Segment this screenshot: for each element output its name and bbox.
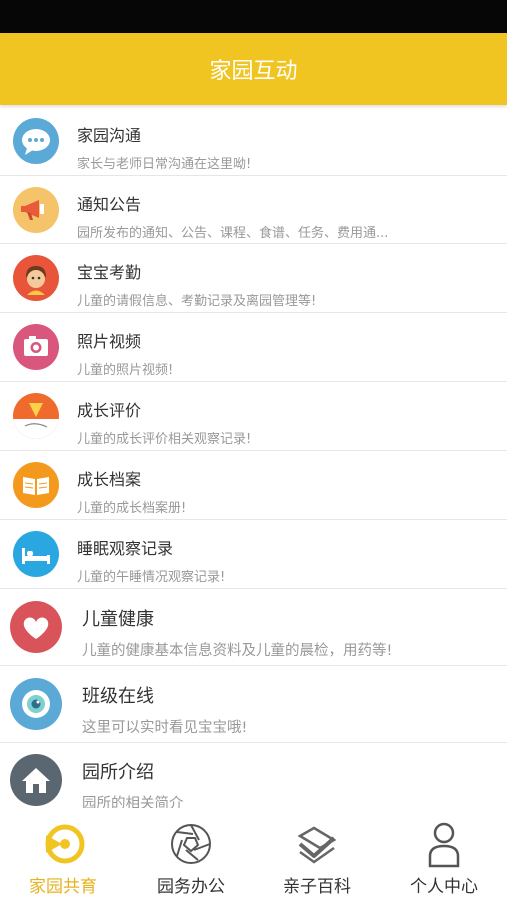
child-face-icon <box>13 255 59 301</box>
aperture-tab-icon <box>171 824 211 864</box>
tab-label: 个人中心 <box>410 877 478 897</box>
menu-item-desc: 这里可以实时看见宝宝哦! <box>82 720 248 736</box>
menu-item-title: 成长评价 <box>77 401 142 420</box>
menu-item-title: 儿童健康 <box>82 609 154 630</box>
menu-item-title: 通知公告 <box>77 195 142 214</box>
menu-item-growth-evaluation[interactable]: 成长评价 儿童的成长评价相关观察记录! <box>0 382 507 451</box>
bed-icon <box>13 531 59 577</box>
menu-item-photos-videos[interactable]: 照片视频 儿童的照片视频! <box>0 313 507 382</box>
menu-item-desc: 园所发布的通知、公告、课程、食谱、任务、费用通... <box>77 226 389 241</box>
family-tab-icon <box>45 824 85 864</box>
menu-item-desc: 儿童的成长档案册! <box>77 501 187 516</box>
menu-item-title: 睡眠观察记录 <box>77 539 174 558</box>
tab-school-office[interactable]: 园务办公 <box>128 808 254 900</box>
chat-bubble-icon <box>13 118 59 164</box>
megaphone-icon <box>13 187 59 233</box>
menu-item-growth-archive[interactable]: 成长档案 儿童的成长档案册! <box>0 451 507 520</box>
menu-item-sleep-record[interactable]: 睡眠观察记录 儿童的午睡情况观察记录! <box>0 520 507 589</box>
growth-evaluation-icon <box>13 393 59 439</box>
app-header: 家园互动 <box>0 33 507 105</box>
menu-item-title: 园所介绍 <box>82 762 154 783</box>
menu-item-desc: 家长与老师日常沟通在这里呦! <box>77 157 252 172</box>
menu-item-desc: 儿童的照片视频! <box>77 363 174 378</box>
menu-item-class-online[interactable]: 班级在线 这里可以实时看见宝宝哦! <box>0 666 507 743</box>
status-bar <box>0 0 507 33</box>
person-tab-icon <box>428 822 460 868</box>
menu-item-title: 照片视频 <box>77 332 142 351</box>
heart-icon <box>10 601 62 653</box>
bottom-tab-bar: 家园共育 园务办公 亲子百科 个人中心 <box>0 808 507 900</box>
open-book-icon <box>13 462 59 508</box>
tab-personal-center[interactable]: 个人中心 <box>381 808 507 900</box>
menu-item-school-intro[interactable]: 园所介绍 园所的相关简介 <box>0 743 507 815</box>
menu-item-title: 家园沟通 <box>77 126 142 145</box>
menu-item-title: 宝宝考勤 <box>77 263 142 282</box>
eye-icon <box>10 678 62 730</box>
house-icon <box>10 754 62 806</box>
tab-family-coeducation[interactable]: 家园共育 <box>0 808 126 900</box>
camera-icon <box>13 324 59 370</box>
menu-item-child-health[interactable]: 儿童健康 儿童的健康基本信息资料及儿童的晨检，用药等! <box>0 589 507 666</box>
menu-item-desc: 儿童的成长评价相关观察记录! <box>77 432 252 447</box>
menu-item-title: 成长档案 <box>77 470 142 489</box>
tab-label: 家园共育 <box>29 877 97 897</box>
menu-item-attendance[interactable]: 宝宝考勤 儿童的请假信息、考勤记录及离园管理等! <box>0 244 507 313</box>
page-title: 家园互动 <box>209 59 298 84</box>
menu-item-desc: 儿童的健康基本信息资料及儿童的晨检，用药等! <box>82 643 393 659</box>
menu-item-desc: 儿童的请假信息、考勤记录及离园管理等! <box>77 294 317 309</box>
tab-label: 亲子百科 <box>283 877 351 897</box>
menu-item-title: 班级在线 <box>82 686 154 707</box>
menu-item-home-communication[interactable]: 家园沟通 家长与老师日常沟通在这里呦! <box>0 106 507 176</box>
tab-parenting-encyclopedia[interactable]: 亲子百科 <box>254 808 380 900</box>
menu-item-desc: 儿童的午睡情况观察记录! <box>77 570 226 585</box>
menu-item-notices[interactable]: 通知公告 园所发布的通知、公告、课程、食谱、任务、费用通... <box>0 176 507 244</box>
checkmark-tab-icon <box>297 826 337 864</box>
tab-label: 园务办公 <box>157 877 225 897</box>
